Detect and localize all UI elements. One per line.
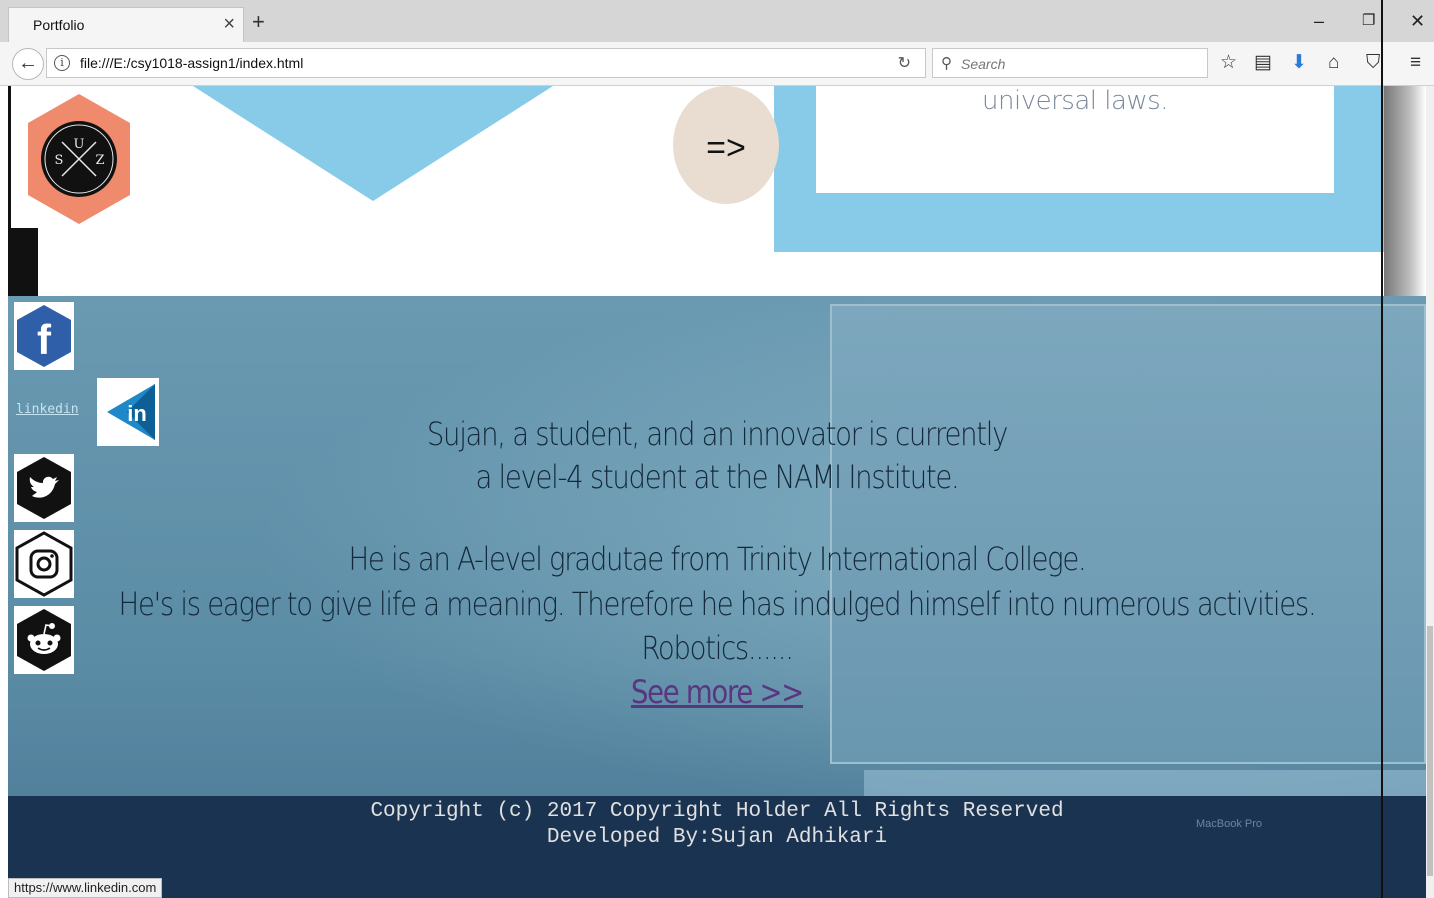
instagram-icon[interactable]	[14, 530, 74, 598]
slide-text-box: universal laws.	[816, 86, 1334, 193]
reading-list-icon[interactable]: ▤	[1254, 50, 1272, 76]
slide-panel: universal laws.	[774, 86, 1426, 252]
see-more-container: See more >>	[107, 673, 1326, 711]
tab-bar: Portfolio × + – ❐ ✕	[0, 0, 1434, 42]
search-placeholder: Search	[961, 56, 1006, 72]
slide-text: universal laws.	[982, 86, 1168, 116]
page-viewport: U S Z universal laws. => f linkedin in S…	[8, 86, 1426, 898]
download-icon[interactable]: ⬇	[1291, 50, 1307, 76]
window-divider-line	[1381, 0, 1383, 898]
logo-letter-top: U	[74, 137, 85, 152]
logo-letter-right: Z	[95, 153, 104, 168]
about-section: f linkedin in Sujan, a student, and an i…	[8, 296, 1426, 898]
scrollbar-thumb[interactable]	[1427, 626, 1433, 876]
svg-text:f: f	[37, 316, 52, 363]
search-input[interactable]: ⚲ Search	[932, 48, 1208, 78]
page-scrollbar[interactable]	[1426, 86, 1434, 898]
next-slide-button[interactable]: =>	[673, 86, 779, 204]
about-line-5: Robotics......	[641, 629, 794, 667]
about-line-1: Sujan, a student, and an innovator is cu…	[426, 415, 1009, 453]
blue-chevron-shape	[193, 86, 553, 201]
about-line-4: He's is eager to give life a meaning. Th…	[118, 585, 1317, 623]
url-text[interactable]: file:///E:/csy1018-assign1/index.html	[80, 55, 303, 71]
background-macbook-label: MacBook Pro	[1196, 818, 1263, 830]
minimize-icon[interactable]: –	[1314, 8, 1324, 34]
status-bar-url: https://www.linkedin.com	[8, 878, 163, 898]
bookmark-star-icon[interactable]: ☆	[1220, 50, 1237, 76]
site-logo[interactable]: U S Z	[26, 92, 132, 226]
footer: Copyright (c) 2017 Copyright Holder All …	[8, 796, 1426, 898]
reload-icon[interactable]: ↻	[898, 53, 911, 73]
see-more-link[interactable]: See more >>	[631, 673, 804, 711]
about-line-2: a level-4 student at the NAMI Institute.	[475, 458, 960, 496]
right-edge-image	[1384, 86, 1426, 296]
close-window-icon[interactable]: ✕	[1410, 8, 1425, 34]
home-icon[interactable]: ⌂	[1328, 50, 1339, 76]
url-bar[interactable]: i file:///E:/csy1018-assign1/index.html …	[46, 48, 926, 78]
twitter-icon[interactable]	[14, 454, 74, 522]
info-icon[interactable]: i	[54, 55, 70, 71]
linkedin-link[interactable]: linkedin	[16, 402, 79, 417]
nav-bar: ← i file:///E:/csy1018-assign1/index.htm…	[0, 42, 1434, 86]
new-tab-icon[interactable]: +	[252, 10, 265, 34]
pocket-icon[interactable]: ⛉	[1366, 50, 1380, 76]
search-icon: ⚲	[941, 55, 952, 72]
about-line-3: He is an A-level gradutae from Trinity I…	[348, 540, 1086, 578]
facebook-icon[interactable]: f	[14, 302, 74, 370]
tab-title: Portfolio	[33, 17, 85, 33]
reddit-icon[interactable]	[14, 606, 74, 674]
close-tab-icon[interactable]: ×	[223, 12, 235, 36]
restore-icon[interactable]: ❐	[1362, 8, 1375, 34]
back-arrow-icon[interactable]: ←	[12, 48, 44, 80]
menu-icon[interactable]: ≡	[1410, 50, 1421, 76]
tab-portfolio[interactable]: Portfolio ×	[8, 7, 244, 42]
logo-letter-left: S	[55, 153, 64, 168]
